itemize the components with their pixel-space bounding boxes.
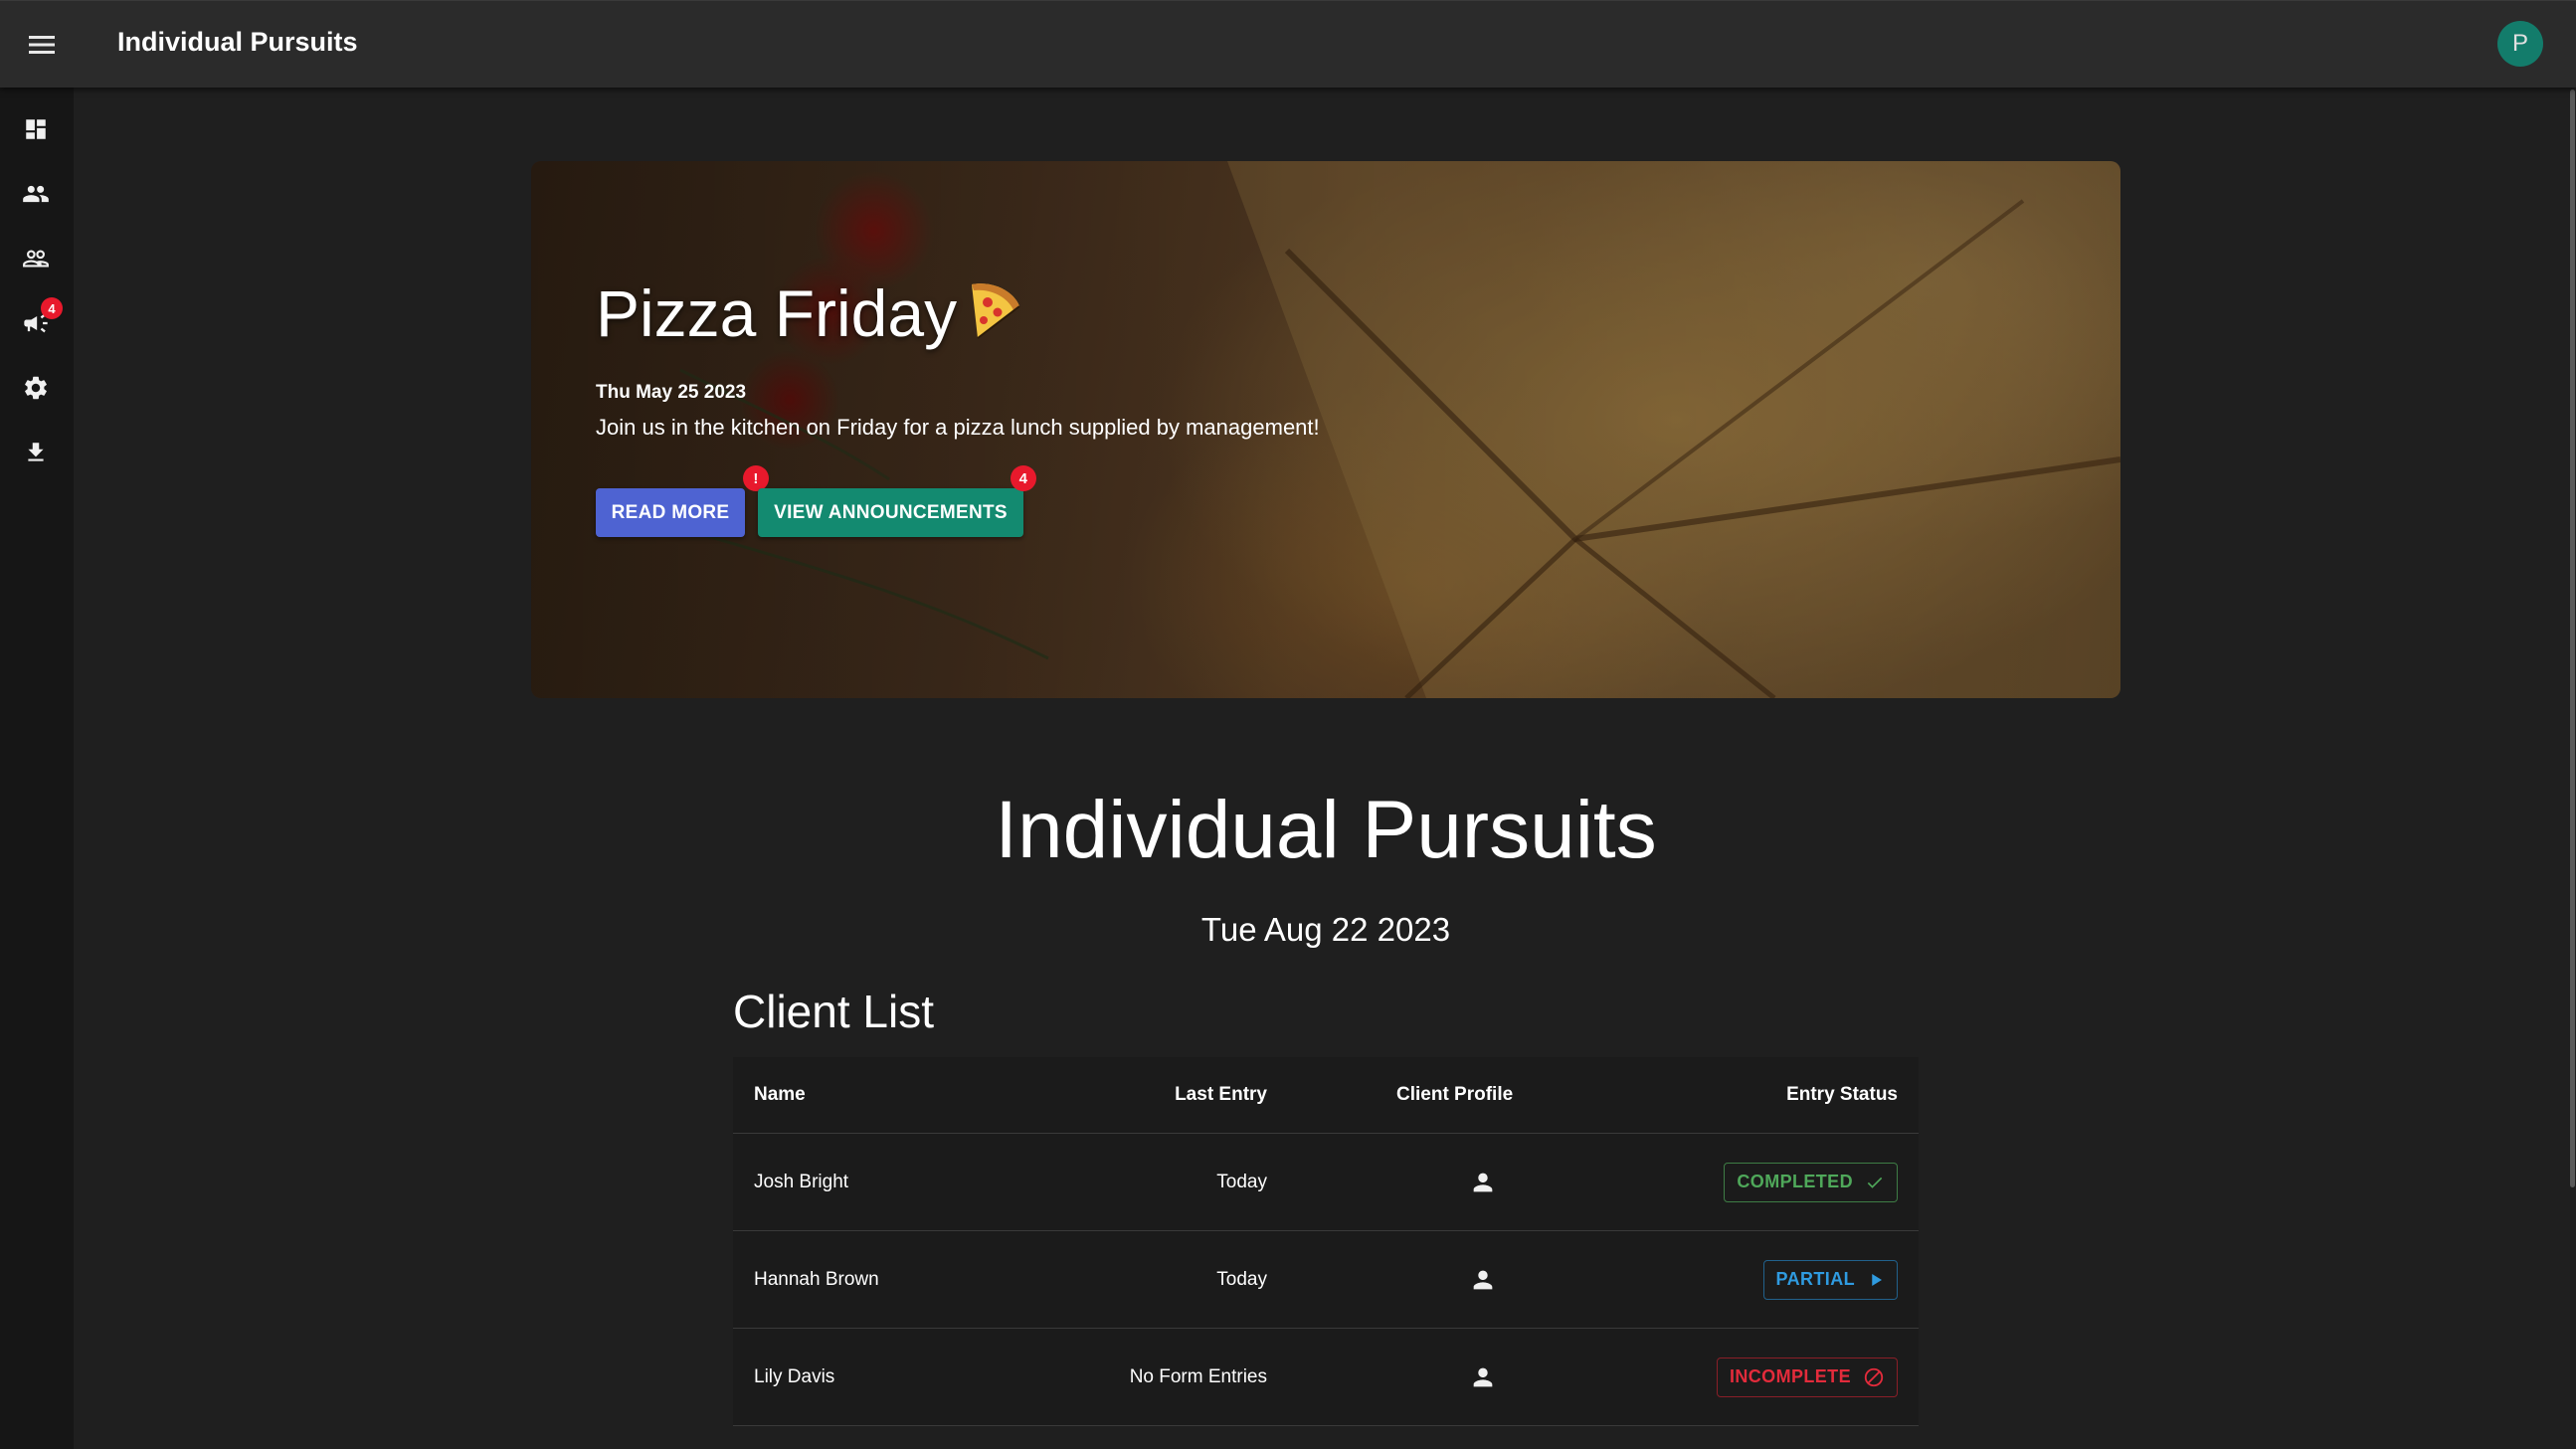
last-entry: Today — [1216, 1268, 1267, 1290]
pizza-icon — [972, 283, 1020, 339]
status-label: COMPLETED — [1737, 1172, 1853, 1191]
people-icon — [23, 185, 49, 203]
view-announcements-badge: 4 — [1011, 465, 1036, 491]
status-label: INCOMPLETE — [1729, 1366, 1851, 1386]
sidebar-item-dashboard[interactable] — [14, 107, 58, 151]
avatar[interactable]: P — [2497, 21, 2543, 67]
client-name: Josh Bright — [754, 1171, 849, 1192]
page-date: Tue Aug 22 2023 — [1200, 911, 1451, 948]
table-row[interactable]: Josh Bright Today COMPLETED — [733, 1134, 1919, 1231]
client-list-title: Client List — [733, 986, 934, 1037]
client-name: Hannah Brown — [754, 1268, 879, 1290]
view-announcements-label: VIEW ANNOUNCEMENTS — [774, 501, 1008, 523]
header-client-profile[interactable]: Client Profile — [1396, 1057, 1513, 1133]
dashboard-icon — [26, 119, 46, 139]
table-header: Name Last Entry Client Profile Entry Sta… — [733, 1057, 1919, 1134]
header-entry-status[interactable]: Entry Status — [1786, 1057, 1898, 1133]
sidebar: 4 — [0, 88, 74, 1449]
client-table: Name Last Entry Client Profile Entry Sta… — [733, 1057, 1919, 1426]
app-bar: Individual Pursuits P — [0, 0, 2576, 88]
check-icon — [1867, 1177, 1883, 1188]
table-row[interactable]: Hannah Brown Today PARTIAL — [733, 1231, 1919, 1329]
entry-status-cell: PARTIAL — [1762, 1231, 1898, 1328]
status-badge-incomplete[interactable]: INCOMPLETE — [1716, 1357, 1898, 1397]
hero-date: Thu May 25 2023 — [596, 382, 747, 403]
read-more-button[interactable]: READ MORE ! — [596, 465, 769, 537]
view-announcements-button[interactable]: VIEW ANNOUNCEMENTS 4 — [758, 465, 1036, 537]
sidebar-item-announcements[interactable]: 4 — [14, 297, 63, 345]
sidebar-item-download[interactable] — [14, 431, 58, 474]
table-row[interactable]: Lily Davis No Form Entries INCOMPLETE — [733, 1329, 1919, 1426]
client-profile-button[interactable] — [1460, 1329, 1506, 1425]
entry-status-cell: INCOMPLETE — [1716, 1329, 1898, 1425]
header-name[interactable]: Name — [754, 1057, 806, 1133]
scrollbar-thumb[interactable] — [2570, 90, 2575, 1187]
entry-status-cell: COMPLETED — [1724, 1134, 1898, 1230]
header-last-entry[interactable]: Last Entry — [1175, 1057, 1267, 1133]
page-title: Individual Pursuits — [995, 785, 1657, 875]
client-profile-button[interactable] — [1460, 1134, 1506, 1230]
person-icon — [1473, 1173, 1493, 1191]
announcements-badge: 4 — [41, 297, 63, 319]
play-arrow-icon — [1872, 1273, 1882, 1286]
status-badge-partial[interactable]: PARTIAL — [1762, 1259, 1898, 1300]
last-entry: Today — [1216, 1171, 1267, 1192]
person-icon — [1473, 1367, 1493, 1386]
groups-outline-icon — [23, 250, 49, 268]
block-icon — [1864, 1367, 1884, 1386]
hero-description: Join us in the kitchen on Friday for a p… — [596, 415, 1320, 440]
last-entry: No Form Entries — [1129, 1365, 1267, 1387]
status-label: PARTIAL — [1775, 1269, 1855, 1289]
sidebar-item-groups[interactable] — [14, 237, 58, 280]
announcement-hero-card: Pizza Friday Thu May 25 2023 Join us in … — [531, 161, 2120, 698]
gear-icon — [25, 376, 47, 400]
client-profile-button[interactable] — [1460, 1231, 1506, 1328]
client-name: Lily Davis — [754, 1365, 835, 1387]
menu-icon[interactable] — [20, 23, 64, 67]
status-badge-completed[interactable]: COMPLETED — [1724, 1162, 1898, 1202]
sidebar-item-settings[interactable] — [14, 366, 58, 410]
hero-title: Pizza Friday — [596, 276, 958, 350]
sidebar-item-people[interactable] — [14, 172, 58, 216]
person-icon — [1473, 1270, 1493, 1289]
download-icon — [28, 443, 44, 461]
read-more-label: READ MORE — [611, 501, 730, 523]
app-title: Individual Pursuits — [117, 27, 358, 57]
